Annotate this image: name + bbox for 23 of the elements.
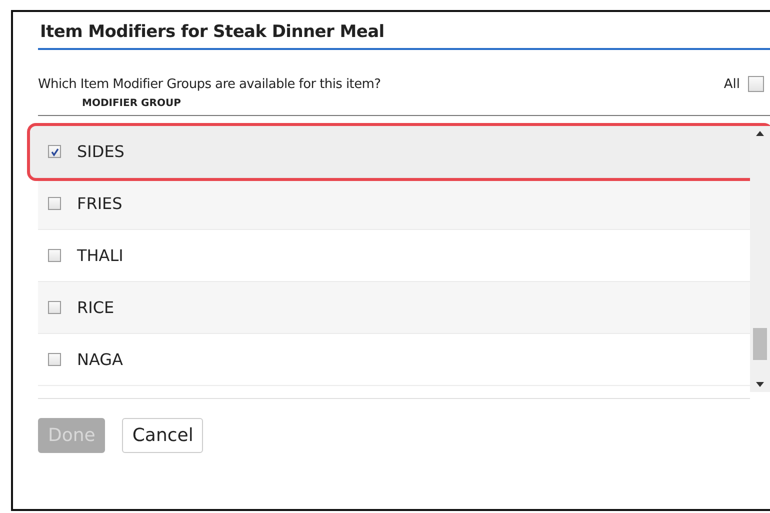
row-checkbox[interactable] [48,145,61,158]
modifier-name: SIDES [77,142,124,161]
column-header: MODIFIER GROUP [38,92,770,116]
modifier-row[interactable]: RICE [38,282,750,334]
all-checkbox[interactable] [748,76,764,92]
dialog-title: Item Modifiers for Steak Dinner Meal [38,12,770,50]
cancel-button[interactable]: Cancel [122,418,204,453]
row-checkbox[interactable] [48,353,61,366]
modifier-name: RICE [77,298,114,317]
modifier-row[interactable]: NAGA [38,334,750,386]
modifier-name: NAGA [77,350,123,369]
row-checkbox[interactable] [48,301,61,314]
question-text: Which Item Modifier Groups are available for this item? [38,76,382,92]
modifier-name: FRIES [77,194,122,213]
modifier-name: THALI [77,246,124,265]
scroll-up-icon[interactable] [755,130,765,136]
row-checkbox[interactable] [48,249,61,262]
scrollbar[interactable] [750,126,770,392]
scroll-down-icon[interactable] [755,382,765,388]
all-label: All [724,76,740,92]
row-checkbox[interactable] [48,197,61,210]
scrollbar-thumb[interactable] [753,328,767,360]
modifier-row[interactable]: FRIES [38,178,750,230]
